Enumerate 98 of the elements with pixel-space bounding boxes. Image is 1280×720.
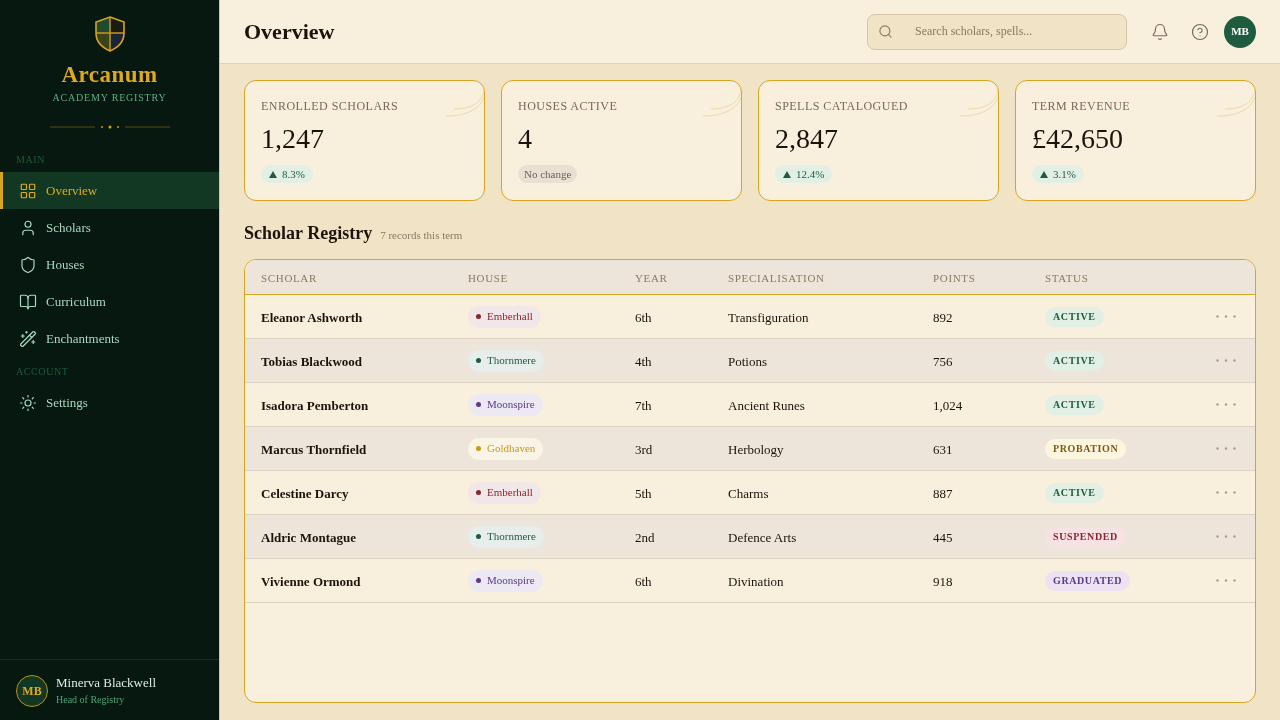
status-badge: GRADUATED	[1045, 570, 1131, 591]
triangle-up-icon	[1040, 170, 1048, 178]
user-role: Head of Registry	[56, 693, 126, 707]
status-badge: ACTIVE	[1045, 306, 1104, 327]
stat-value: 1,247	[261, 123, 325, 155]
nav-section-label: MAIN	[15, 153, 47, 167]
stat-label: ENROLLED SCHOLARS	[261, 99, 400, 113]
status-badge: PROBATION	[1045, 438, 1127, 459]
nav-item[interactable]: Settings	[0, 384, 219, 421]
year-cell: 6th	[635, 573, 652, 589]
year-cell: 7th	[635, 397, 652, 413]
shield-crest-icon	[94, 16, 125, 52]
points-cell: 887	[933, 485, 953, 501]
change-badge: No change	[518, 165, 578, 183]
wand-icon	[19, 329, 37, 348]
user-icon	[19, 218, 37, 237]
book-icon	[19, 292, 37, 311]
change-badge: 3.1%	[1032, 165, 1084, 183]
page-title: Overview	[244, 18, 335, 46]
more-icon	[1216, 315, 1236, 318]
points-cell: 756	[933, 353, 953, 369]
house-tag: Moonspire	[468, 569, 543, 592]
points-cell: 918	[933, 573, 953, 589]
nav-item[interactable]: Curriculum	[0, 283, 219, 320]
year-cell: 3rd	[635, 441, 653, 457]
shield-icon	[19, 255, 37, 274]
search-field[interactable]: Search scholars, spells...	[867, 13, 1127, 50]
sun-icon	[19, 393, 37, 412]
nav-item[interactable]: Houses	[0, 246, 219, 283]
stat-label: SPELLS CATALOGUED	[775, 99, 909, 113]
section-title: Scholar Registry	[244, 222, 373, 244]
stat-label: HOUSES ACTIVE	[518, 99, 619, 113]
stat-value: 2,847	[775, 123, 839, 155]
app-title: Arcanum	[61, 62, 158, 88]
specialisation-cell: Ancient Runes	[728, 397, 805, 413]
year-cell: 5th	[635, 485, 652, 501]
scholar-name: Aldric Montague	[261, 529, 356, 545]
scholar-name: Isadora Pemberton	[261, 397, 369, 413]
grid-icon	[19, 181, 37, 200]
user-name: Minerva Blackwell	[56, 674, 156, 691]
column-header: YEAR	[635, 272, 668, 284]
change-badge: 12.4%	[775, 165, 833, 183]
more-icon	[1216, 447, 1236, 450]
user-avatar[interactable]: MB	[1224, 15, 1256, 48]
help-icon	[1191, 22, 1209, 41]
stat-value: 4	[518, 123, 533, 155]
column-header: STATUS	[1045, 272, 1089, 284]
year-cell: 6th	[635, 309, 652, 325]
points-cell: 892	[933, 309, 953, 325]
specialisation-cell: Divination	[728, 573, 784, 589]
points-cell: 631	[933, 441, 953, 457]
more-icon	[1216, 359, 1236, 362]
search-icon	[878, 23, 893, 39]
column-header: HOUSE	[468, 272, 508, 284]
more-icon	[1216, 579, 1236, 582]
scholar-name: Celestine Darcy	[261, 485, 349, 501]
house-tag: Thornmere	[468, 349, 544, 372]
specialisation-cell: Herbology	[728, 441, 784, 457]
points-cell: 445	[933, 529, 953, 545]
nav-item[interactable]: Scholars	[0, 209, 219, 246]
triangle-up-icon	[783, 170, 791, 178]
nav-item[interactable]: Overview	[0, 172, 219, 209]
specialisation-cell: Potions	[728, 353, 767, 369]
section-subtitle: 7 records this term	[380, 228, 463, 243]
scholar-name: Vivienne Ormond	[261, 573, 361, 589]
column-header: POINTS	[933, 272, 976, 284]
change-badge: 8.3%	[261, 165, 313, 183]
year-cell: 4th	[635, 353, 652, 369]
stat-value: £42,650	[1032, 123, 1124, 155]
nav-item[interactable]: Enchantments	[0, 320, 219, 357]
year-cell: 2nd	[635, 529, 655, 545]
triangle-up-icon	[269, 170, 277, 178]
house-tag: Thornmere	[468, 525, 544, 548]
house-tag: Moonspire	[468, 393, 543, 416]
status-badge: SUSPENDED	[1045, 526, 1126, 547]
status-badge: ACTIVE	[1045, 482, 1104, 503]
house-tag: Goldhaven	[468, 437, 544, 460]
specialisation-cell: Transfiguration	[728, 309, 809, 325]
nav-section-label: ACCOUNT	[15, 365, 70, 379]
column-header: SPECIALISATION	[728, 272, 825, 284]
specialisation-cell: Defence Arts	[728, 529, 797, 545]
points-cell: 1,024	[933, 397, 963, 413]
scholar-name: Eleanor Ashworth	[261, 309, 363, 325]
more-icon	[1216, 403, 1236, 406]
house-tag: Emberhall	[468, 305, 541, 328]
status-badge: ACTIVE	[1045, 394, 1104, 415]
stat-label: TERM REVENUE	[1032, 99, 1132, 113]
app-subtitle: ACADEMY REGISTRY	[52, 91, 167, 105]
scholar-name: Tobias Blackwood	[261, 353, 363, 369]
bell-icon	[1151, 22, 1169, 41]
user-avatar: MB	[16, 674, 48, 707]
column-header: SCHOLAR	[261, 272, 317, 284]
more-icon	[1216, 491, 1236, 494]
house-tag: Emberhall	[468, 481, 541, 504]
more-icon	[1216, 535, 1236, 538]
scholar-name: Marcus Thornfield	[261, 441, 367, 457]
specialisation-cell: Charms	[728, 485, 769, 501]
status-badge: ACTIVE	[1045, 350, 1104, 371]
